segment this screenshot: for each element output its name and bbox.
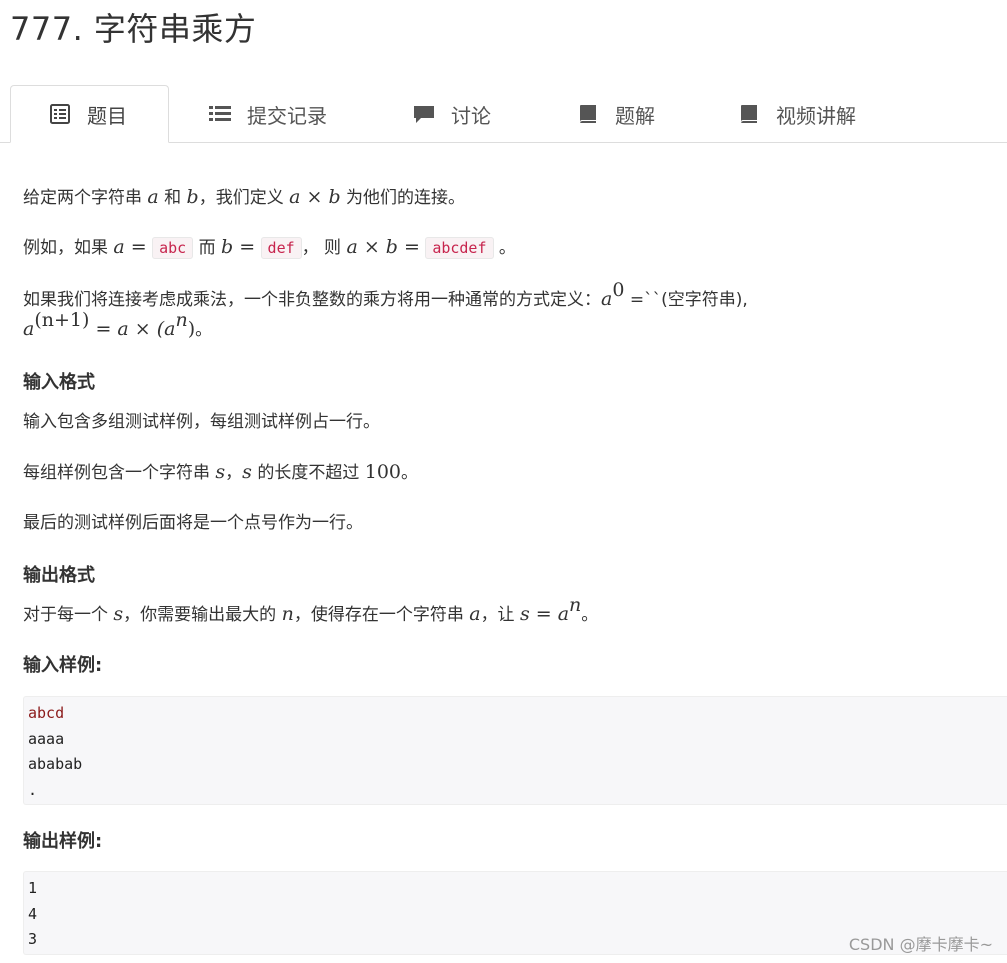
- section-heading: 输入格式: [23, 372, 95, 393]
- code-line: 1: [28, 879, 38, 897]
- tab-label: 视频讲解: [776, 103, 856, 128]
- code-line: abcd: [28, 704, 65, 722]
- comment-icon: [413, 104, 435, 124]
- output-format-paragraph-1: 对于每一个 s，你需要输出最大的 n，使得存在一个字符串 a，让 s = an。: [23, 594, 599, 625]
- inline-code: abcdef: [425, 237, 494, 259]
- desc-paragraph-1: 给定两个字符串 a 和 b，我们定义 a × b 为他们的连接。: [23, 186, 466, 208]
- input-format-paragraph-2: 每组样例包含一个字符串 s，s 的长度不超过 100。: [23, 461, 419, 483]
- tab-problem[interactable]: 题目: [10, 85, 169, 143]
- desc-paragraph-3-formula: a(n+1) = a × (an)。: [23, 309, 213, 340]
- desc-paragraph-3: 如果我们将连接考虑成乘法，一个非负整数的乘方将用一种通常的方式定义：a0 =``…: [23, 279, 748, 310]
- section-heading: 输出格式: [23, 565, 95, 586]
- book-icon: [577, 104, 599, 124]
- code-line: .: [28, 780, 38, 799]
- tab-label: 讨论: [451, 103, 491, 128]
- desc-paragraph-2: 例如，如果 a = abc 而 b = def， 则 a × b = abcde…: [23, 236, 516, 259]
- list-alt-icon: [49, 104, 71, 124]
- tab-label: 题目: [87, 103, 127, 128]
- book-icon: [738, 104, 760, 124]
- inline-code: def: [260, 237, 302, 259]
- section-heading: 输入样例:: [23, 655, 103, 676]
- tab-video[interactable]: 视频讲解: [738, 85, 856, 143]
- tab-label: 提交记录: [247, 103, 327, 128]
- input-format-paragraph-3: 最后的测试样例后面将是一个点号作为一行。: [23, 513, 363, 533]
- tab-discussion[interactable]: 讨论: [413, 85, 491, 143]
- tab-label: 题解: [615, 103, 655, 128]
- code-line: 4: [28, 904, 38, 923]
- code-line: aaaa: [28, 729, 65, 748]
- sample-input-block[interactable]: abcd aaaa ababab .: [23, 696, 1007, 805]
- section-heading: 输出样例:: [23, 831, 103, 852]
- list-icon: [209, 104, 231, 124]
- code-line: ababab: [28, 755, 83, 773]
- tab-solutions[interactable]: 题解: [577, 85, 655, 143]
- input-format-paragraph-1: 输入包含多组测试样例，每组测试样例占一行。: [23, 412, 380, 432]
- inline-code: abc: [152, 237, 194, 259]
- watermark: CSDN @摩卡摩卡~: [848, 935, 993, 954]
- page-title: 777. 字符串乘方: [10, 10, 257, 48]
- tab-bar: 题目 提交记录 讨论 题解 视频讲解: [0, 85, 1007, 143]
- tab-submissions[interactable]: 提交记录: [209, 85, 327, 143]
